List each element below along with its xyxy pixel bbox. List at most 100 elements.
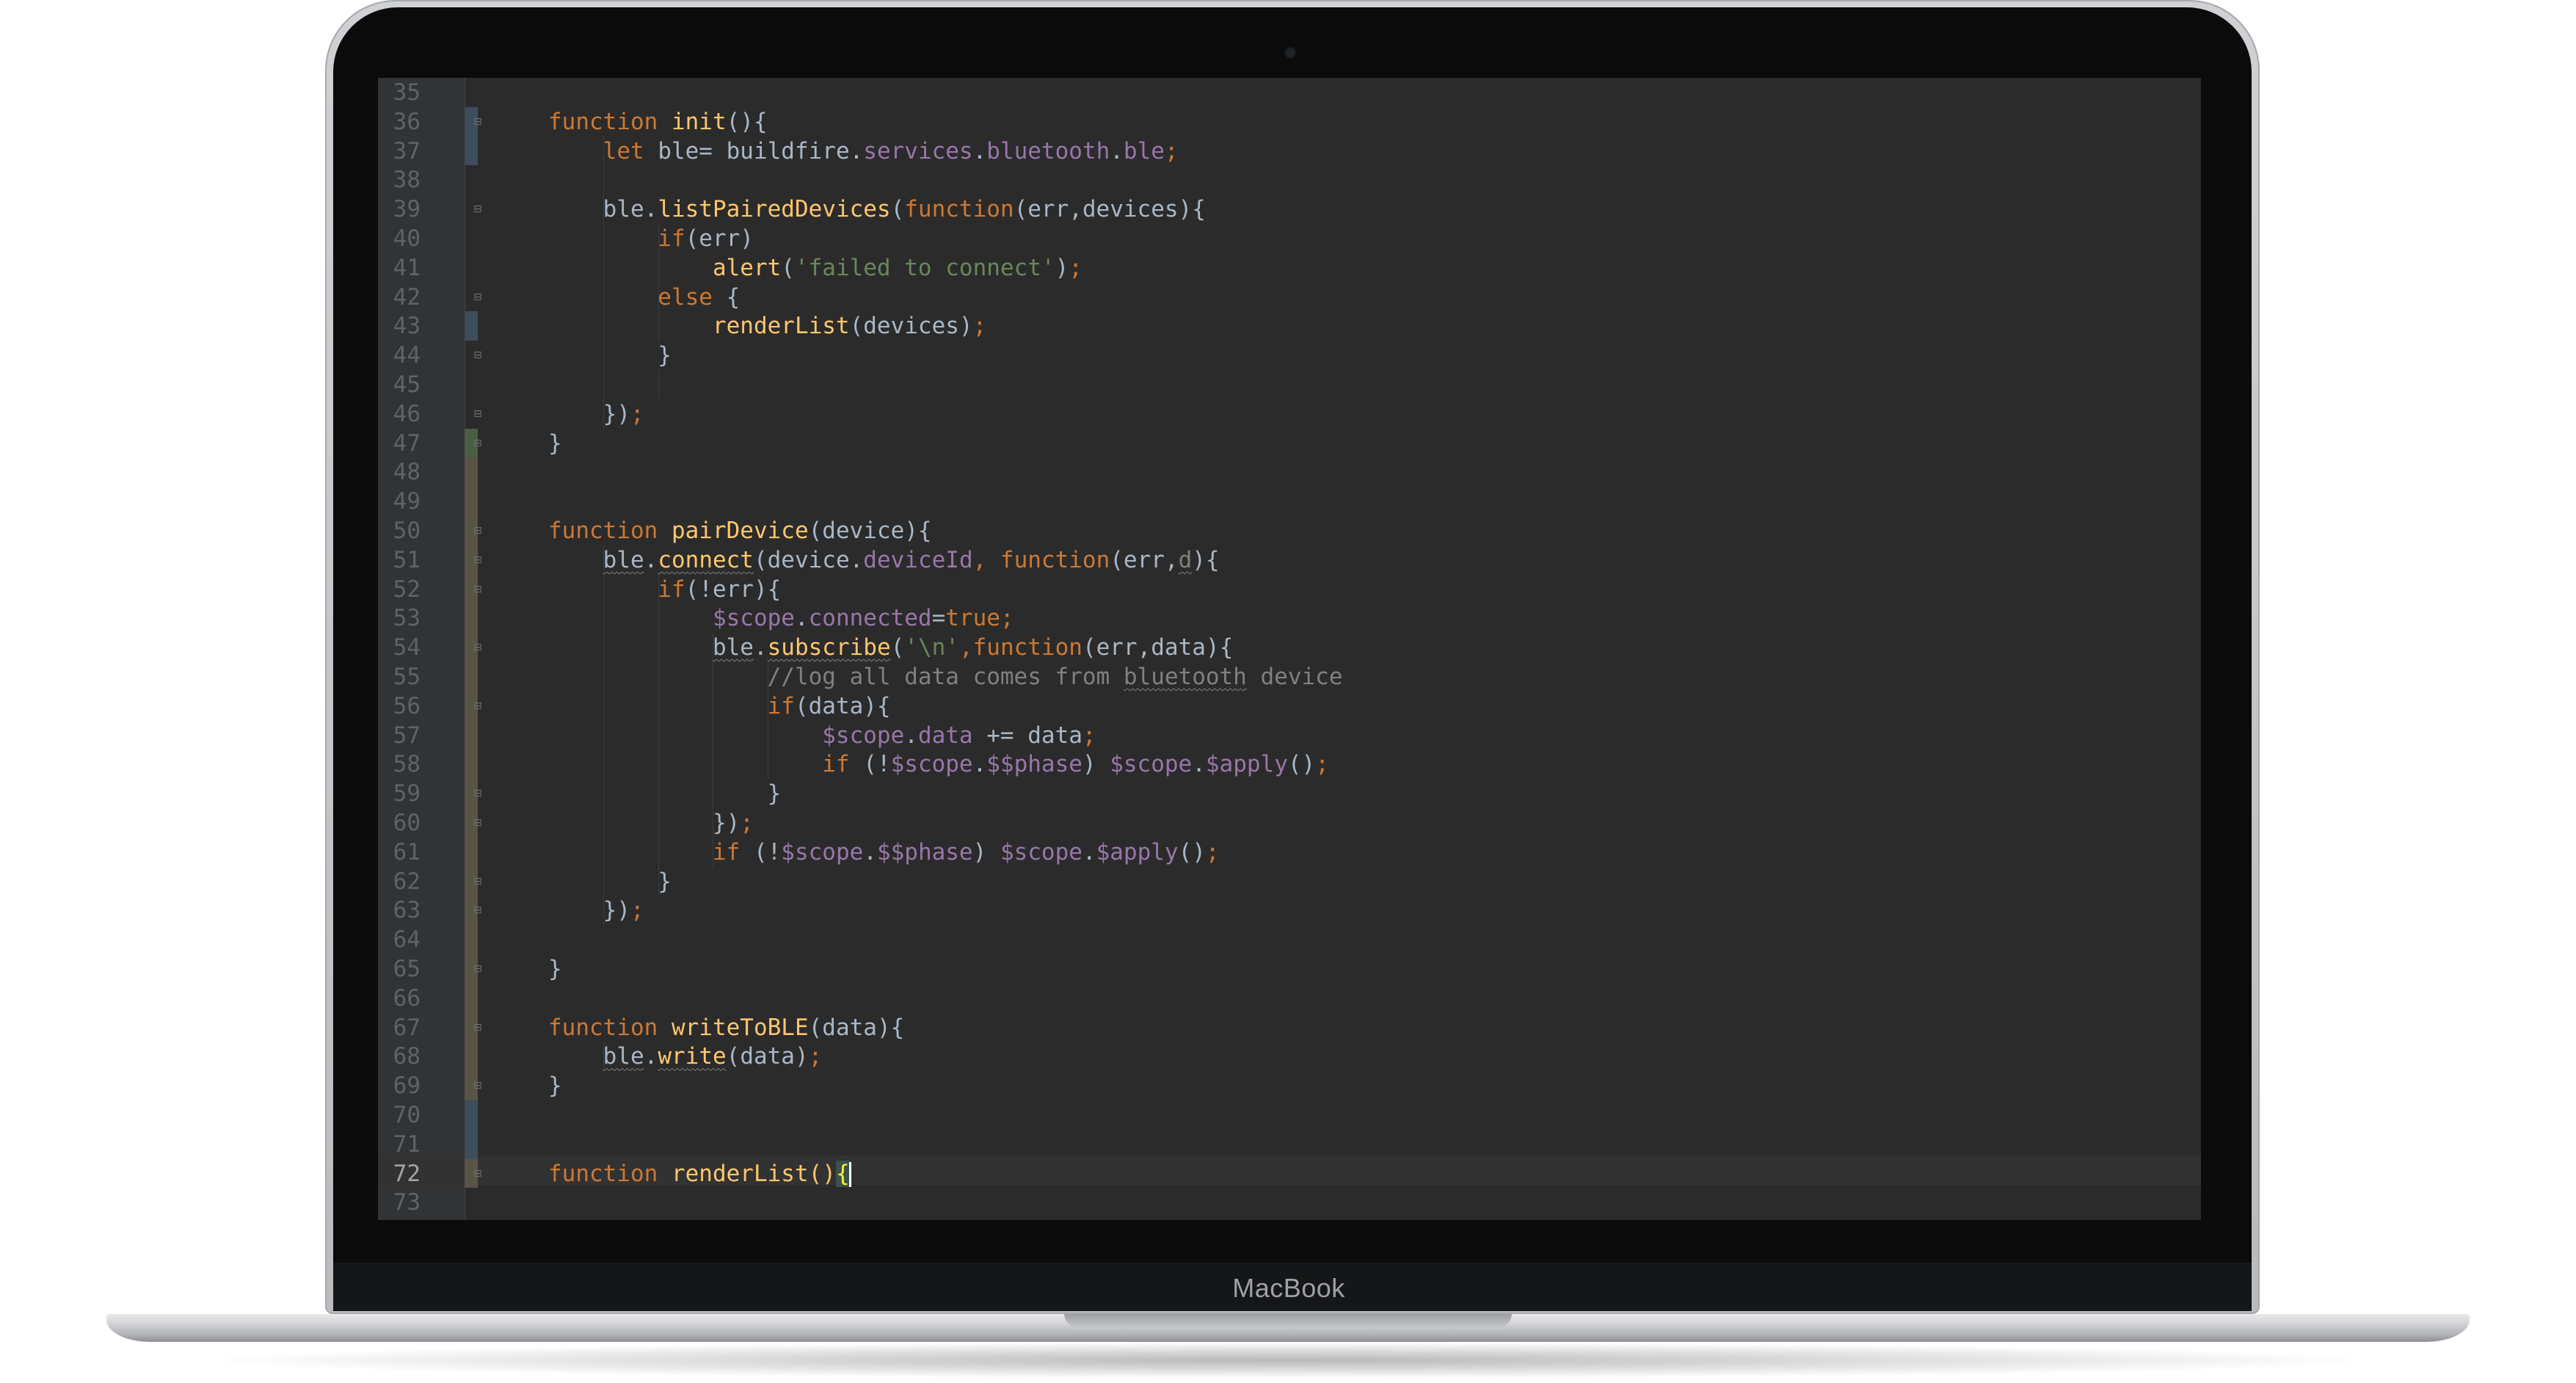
code-text[interactable]: function writeToBLE(data){ — [548, 1013, 904, 1042]
line-number: 42 — [393, 283, 421, 311]
code-token: ; — [972, 313, 987, 340]
fold-toggle-icon[interactable]: ⊟ — [473, 438, 483, 449]
code-text[interactable]: }); — [548, 808, 754, 838]
change-marker[interactable] — [465, 1100, 478, 1159]
code-text[interactable]: $scope.data += data; — [548, 721, 1096, 750]
fold-toggle-icon[interactable]: ⊟ — [473, 117, 483, 127]
code-text[interactable]: } — [548, 779, 782, 808]
code-text[interactable]: //log all data comes from bluetooth devi… — [548, 662, 1343, 692]
line-number: 56 — [393, 692, 421, 719]
code-text[interactable]: } — [548, 1071, 562, 1100]
code-token: ; — [630, 400, 644, 427]
code-text[interactable]: ble.listPairedDevices(function(err,devic… — [548, 195, 1206, 224]
code-text[interactable]: if (!$scope.$$phase) $scope.$apply(); — [548, 838, 1220, 867]
code-token: write — [658, 1043, 727, 1070]
code-text[interactable]: function init(){ — [548, 107, 768, 137]
code-token: $apply — [1205, 751, 1288, 778]
code-text[interactable]: ble.write(data); — [548, 1042, 823, 1071]
code-token: $$phase — [876, 838, 973, 865]
line-number: 55 — [393, 664, 421, 690]
fold-toggle-icon[interactable]: ⊟ — [473, 788, 483, 799]
fold-toggle-icon[interactable]: ⊟ — [473, 1169, 483, 1179]
code-text[interactable]: } — [548, 341, 672, 370]
code-token: = — [931, 605, 946, 632]
code-token: ; — [808, 1043, 823, 1070]
code-text[interactable]: if(err) — [548, 224, 754, 253]
fold-toggle-icon[interactable]: ⊟ — [473, 905, 483, 915]
code-token: ; — [1164, 137, 1179, 164]
code-text[interactable]: function pairDevice(device){ — [548, 516, 932, 545]
fold-toggle-icon[interactable]: ⊟ — [473, 555, 483, 565]
code-token: (device){ — [808, 518, 932, 544]
lid-opening-notch — [1064, 1314, 1512, 1327]
code-token: { — [835, 1160, 850, 1187]
code-token: (data){ — [794, 692, 891, 719]
code-token: function — [548, 1160, 672, 1187]
code-text[interactable]: $scope.connected=true; — [548, 603, 1014, 633]
fold-toggle-icon[interactable]: ⊟ — [473, 964, 483, 974]
code-text[interactable]: } — [548, 867, 672, 896]
code-token: } — [548, 429, 562, 457]
fold-toggle-icon[interactable]: ⊟ — [473, 701, 483, 711]
fold-toggle-icon[interactable]: ⊟ — [473, 1023, 483, 1033]
code-token: ble= buildfire. — [658, 137, 864, 164]
line-number: 63 — [393, 897, 421, 924]
code-text[interactable]: renderList(devices); — [548, 311, 986, 341]
line-number: 68 — [393, 1043, 421, 1070]
code-text[interactable]: } — [548, 429, 562, 458]
code-token: . — [644, 546, 658, 573]
fold-toggle-icon[interactable]: ⊟ — [473, 409, 483, 419]
code-text[interactable]: }); — [548, 896, 644, 925]
code-editor[interactable]: ⊟ ⊟ ⊟ ⊟ ⊟ ⊟ ⊟ ⊟ ⊟ ⊟ ⊟ ⊟ ⊟ ⊟ ⊟ ⊟ ⊟ ⊟ ⊟ 35 36 function init(){… — [378, 78, 2201, 1220]
code-token: }) — [548, 810, 741, 836]
code-text[interactable]: if (!$scope.$$phase) $scope.$apply(); — [548, 749, 1329, 779]
code-text[interactable]: let ble= buildfire.services.bluetooth.bl… — [548, 137, 1179, 166]
fold-toggle-icon[interactable]: ⊟ — [473, 350, 483, 360]
fold-toggle-icon[interactable]: ⊟ — [473, 1081, 483, 1091]
code-token: . — [644, 1043, 658, 1070]
code-text[interactable]: alert('failed to connect'); — [548, 253, 1083, 283]
code-token: d — [1178, 546, 1193, 573]
code-token: . — [794, 605, 809, 632]
line-number: 61 — [393, 838, 421, 865]
code-token: init — [671, 108, 727, 135]
code-token: $scope — [548, 605, 795, 632]
code-text[interactable]: function renderList(){ — [548, 1159, 851, 1188]
code-token: $$phase — [986, 751, 1083, 778]
line-number: 62 — [393, 868, 421, 895]
fold-toggle-icon[interactable]: ⊟ — [473, 642, 483, 653]
line-number: 64 — [393, 926, 421, 954]
code-token: ( — [890, 634, 905, 661]
fold-toggle-icon[interactable]: ⊟ — [473, 876, 483, 887]
fold-toggle-icon[interactable]: ⊟ — [473, 584, 483, 595]
code-text[interactable]: else { — [548, 283, 740, 312]
code-text[interactable]: if(data){ — [548, 692, 891, 721]
fold-toggle-icon[interactable]: ⊟ — [473, 292, 483, 302]
code-token: '\n' — [904, 634, 959, 661]
code-token: (! — [863, 751, 891, 778]
code-text[interactable]: ble.connect(device.deviceId, function(er… — [548, 545, 1220, 575]
fold-toggle-icon[interactable]: ⊟ — [473, 204, 483, 214]
code-text[interactable]: if(!err){ — [548, 575, 781, 604]
code-token: ble — [1123, 137, 1165, 164]
code-token: . — [972, 751, 987, 778]
code-token: $scope — [781, 838, 864, 865]
line-number: 41 — [393, 254, 421, 281]
code-token: renderList — [548, 313, 850, 340]
change-marker[interactable] — [465, 311, 478, 341]
code-token: services — [863, 137, 973, 164]
line-number: 66 — [393, 984, 421, 1012]
code-text[interactable]: }); — [548, 399, 644, 429]
line-number: 47 — [393, 429, 421, 457]
code-token: $apply — [1096, 838, 1179, 865]
fold-toggle-icon[interactable]: ⊟ — [473, 818, 483, 828]
fold-toggle-icon[interactable]: ⊟ — [473, 526, 483, 536]
code-token: (data){ — [808, 1014, 905, 1041]
code-text[interactable]: } — [548, 954, 562, 984]
code-token: ; — [1069, 254, 1083, 281]
code-text[interactable]: ble.subscribe('\n',function(err,data){ — [548, 633, 1233, 662]
code-token: connected — [808, 605, 932, 632]
code-token: ( — [781, 254, 795, 281]
code-token: (err) — [685, 225, 754, 252]
